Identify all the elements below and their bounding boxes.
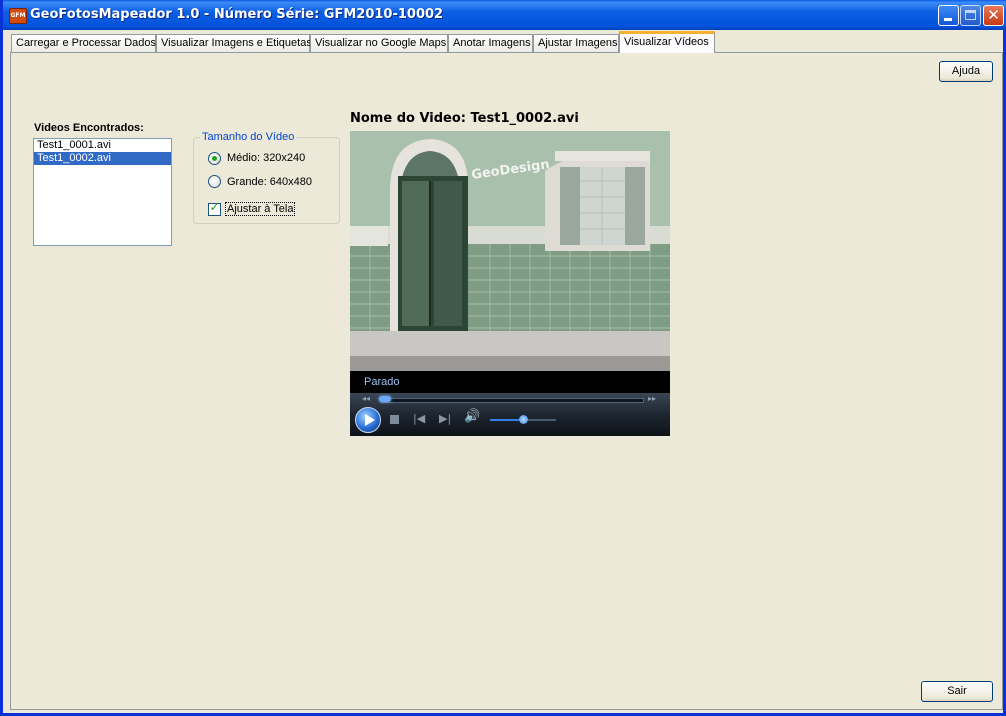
large-size-radio[interactable]	[208, 175, 221, 188]
tab-visualizar-google-maps[interactable]: Visualizar no Google Maps	[310, 34, 448, 52]
large-size-label[interactable]: Grande: 640x480	[227, 176, 312, 188]
tab-ajustar-imagens[interactable]: Ajustar Imagens	[533, 34, 619, 52]
fit-to-screen-label[interactable]: Ajustar à Tela	[225, 202, 296, 216]
medium-size-radio[interactable]	[208, 152, 221, 165]
radio-dot-icon	[212, 156, 217, 161]
app-icon[interactable]: GFM	[9, 8, 27, 24]
exit-button[interactable]: Sair	[921, 681, 993, 702]
volume-icon[interactable]: 🔊	[464, 409, 480, 424]
maximize-icon	[965, 10, 976, 20]
player-status: Parado	[364, 376, 400, 388]
minimize-button[interactable]	[938, 5, 959, 26]
video-name-title: Nome do Video: Test1_0002.avi	[350, 111, 579, 126]
seek-back-icon[interactable]: ◂◂	[362, 394, 370, 403]
previous-icon[interactable]: |◀	[413, 412, 425, 425]
seek-thumb[interactable]	[379, 396, 392, 402]
help-button[interactable]: Ajuda	[939, 61, 993, 82]
close-icon: ✕	[987, 6, 1000, 24]
video-frame[interactable]: GeoDesign	[350, 131, 670, 371]
tab-visualizar-imagens-etiquetas[interactable]: Visualizar Imagens e Etiquetas	[156, 34, 312, 52]
fit-to-screen-checkbox[interactable]: ✓	[208, 200, 221, 216]
fit-to-screen-text: Ajustar à Tela	[225, 202, 296, 216]
app-window: GFM GeoFotosMapeador 1.0 - Número Série:…	[0, 0, 1006, 716]
seek-bar[interactable]	[380, 398, 644, 403]
seek-forward-icon[interactable]: ▸▸	[648, 394, 656, 403]
videos-found-label: Videos Encontrados:	[34, 122, 144, 134]
play-icon	[365, 414, 375, 426]
window-title: GeoFotosMapeador 1.0 - Número Série: GFM…	[30, 7, 444, 22]
list-item[interactable]: Test1_0002.avi	[34, 152, 171, 165]
video-size-legend: Tamanho do Vídeo	[200, 131, 297, 143]
minimize-icon	[944, 18, 952, 21]
stop-icon[interactable]	[390, 415, 399, 424]
tab-anotar-imagens[interactable]: Anotar Imagens	[448, 34, 533, 52]
volume-thumb[interactable]	[519, 415, 528, 424]
maximize-button[interactable]	[960, 5, 981, 26]
video-frame-image: GeoDesign	[350, 131, 670, 371]
media-player[interactable]: GeoDesign Parado ◂◂ ▸▸ |◀ ▶| 🔊	[350, 131, 670, 436]
close-button[interactable]: ✕	[983, 5, 1004, 26]
checkmark-icon: ✓	[209, 200, 220, 214]
tab-carregar-processar-dados[interactable]: Carregar e Processar Dados	[11, 34, 156, 52]
videos-listbox[interactable]: Test1_0001.avi Test1_0002.avi	[33, 138, 172, 246]
player-status-bar: Parado	[350, 371, 670, 393]
title-bar[interactable]: GFM GeoFotosMapeador 1.0 - Número Série:…	[3, 0, 1006, 30]
play-button[interactable]	[355, 407, 381, 433]
medium-size-label[interactable]: Médio: 320x240	[227, 152, 305, 164]
list-item[interactable]: Test1_0001.avi	[34, 139, 171, 152]
tab-visualizar-videos[interactable]: Visualizar Vídeos	[619, 31, 715, 53]
player-controls: ◂◂ ▸▸ |◀ ▶| 🔊	[350, 393, 670, 436]
next-icon[interactable]: ▶|	[439, 412, 451, 425]
